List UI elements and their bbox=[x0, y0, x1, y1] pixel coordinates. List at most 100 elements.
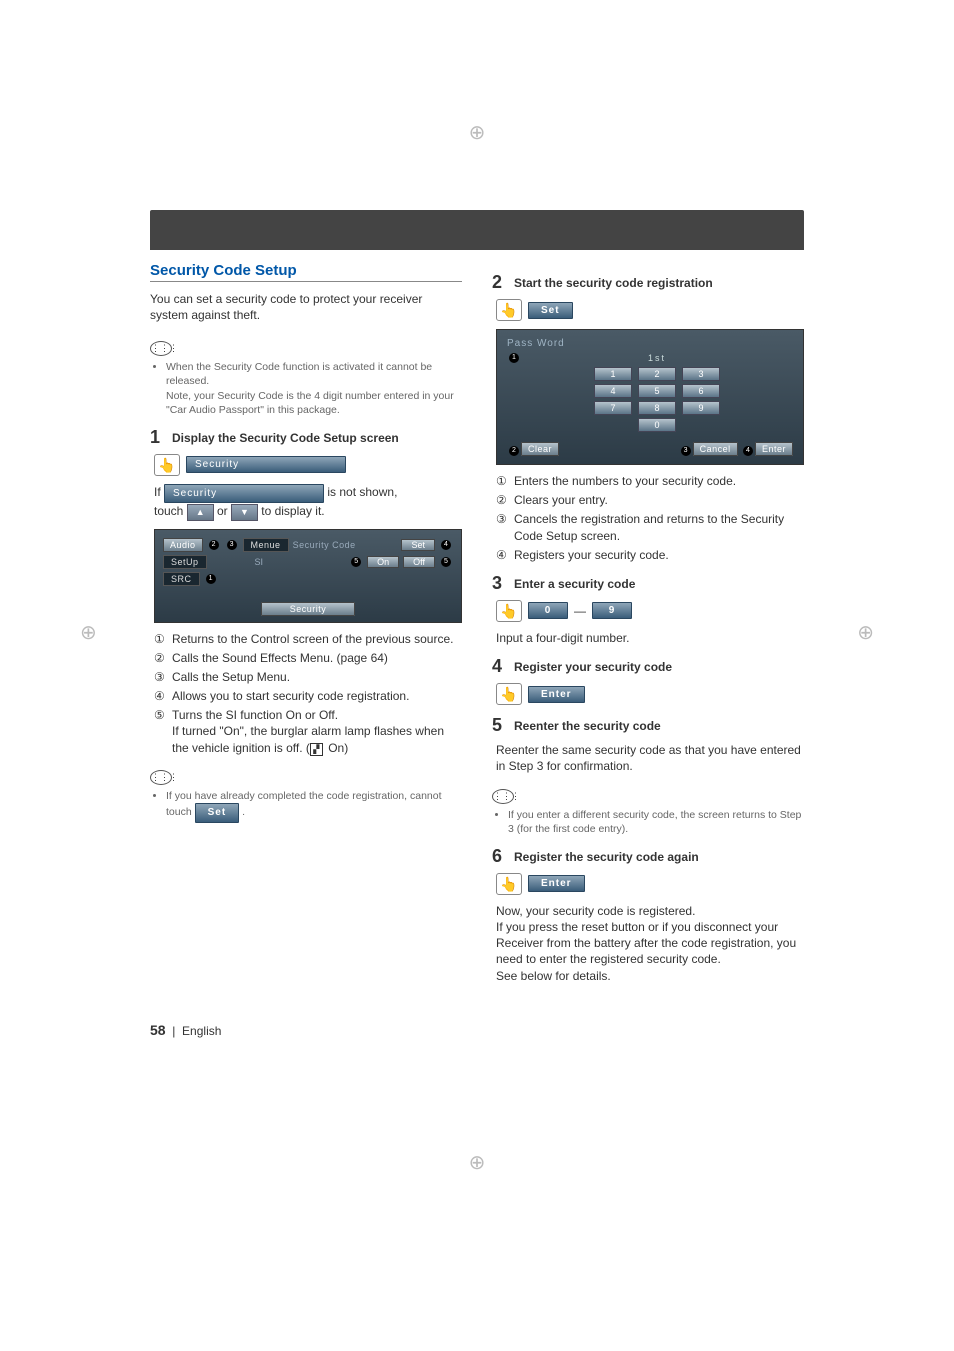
list-item: Turns the SI function On or Off. If turn… bbox=[172, 707, 462, 756]
touch-icon: 👆 bbox=[496, 600, 522, 622]
touch-icon: 👆 bbox=[154, 454, 180, 476]
menu-tab: Menue bbox=[243, 538, 289, 552]
security-footer-btn: Security bbox=[261, 602, 356, 616]
text: to display it. bbox=[261, 504, 324, 518]
password-title: Pass Word bbox=[507, 338, 793, 349]
page-footer: 58 | English bbox=[150, 1022, 954, 1038]
key-8: 8 bbox=[638, 401, 676, 415]
list-item: Cancels the registration and returns to … bbox=[514, 511, 804, 543]
preset-icon: ▞ bbox=[310, 743, 323, 756]
marker-5b: 5 bbox=[441, 557, 451, 567]
text: If bbox=[154, 485, 161, 499]
set-button: Set bbox=[528, 302, 573, 319]
step-number: 5 bbox=[492, 715, 514, 736]
step-number: 2 bbox=[492, 272, 514, 293]
list-item: Registers your security code. bbox=[514, 547, 669, 563]
touch-icon: 👆 bbox=[496, 873, 522, 895]
note-text: When the Security Code function is activ… bbox=[166, 361, 432, 387]
security-button-display: Security bbox=[186, 456, 346, 473]
key-5: 5 bbox=[638, 384, 676, 398]
note-icon: ⋮⋮⋮ bbox=[150, 341, 172, 356]
si-label: SI bbox=[255, 557, 264, 567]
key-2: 2 bbox=[638, 367, 676, 381]
note-line: If you enter a different security code, … bbox=[508, 808, 804, 836]
down-button: ▼ bbox=[231, 504, 258, 520]
step-title: Enter a security code bbox=[514, 573, 635, 594]
marker-2: 2 bbox=[509, 446, 519, 456]
marker-3: 3 bbox=[681, 446, 691, 456]
step-title: Register the security code again bbox=[514, 846, 699, 867]
step-title: Display the Security Code Setup screen bbox=[172, 427, 399, 448]
list-item: Enters the numbers to your security code… bbox=[514, 473, 736, 489]
footer-sep: | bbox=[172, 1024, 175, 1038]
text: On) bbox=[325, 741, 348, 755]
conditional-text: If Security is not shown, touch ▲ or ▼ t… bbox=[154, 484, 462, 521]
note-icon: ⋮⋮⋮ bbox=[150, 770, 172, 785]
crop-mark-left: ⊕ bbox=[80, 620, 97, 645]
key-6: 6 bbox=[682, 384, 720, 398]
list-item: Calls the Sound Effects Menu. (page 64) bbox=[172, 650, 388, 666]
callout-list-1: ①Returns to the Control screen of the pr… bbox=[154, 631, 462, 756]
note-icon: ⋮⋮⋮ bbox=[492, 789, 514, 804]
list-item: Clears your entry. bbox=[514, 492, 608, 508]
step6-body: Now, your security code is registered. I… bbox=[496, 903, 804, 984]
note-line: When the Security Code function is activ… bbox=[166, 360, 462, 417]
list-item: Returns to the Control screen of the pre… bbox=[172, 631, 453, 647]
right-column: 2 Start the security code registration 👆… bbox=[492, 262, 804, 992]
touch-icon: 👆 bbox=[496, 299, 522, 321]
step-number: 3 bbox=[492, 573, 514, 594]
marker-4: 4 bbox=[743, 446, 753, 456]
heading-rule bbox=[150, 281, 462, 282]
step-title: Start the security code registration bbox=[514, 272, 713, 293]
text: If turned "On", the burglar alarm lamp f… bbox=[172, 724, 444, 754]
note-text: . bbox=[242, 806, 245, 818]
key-9-button: 9 bbox=[592, 602, 632, 619]
password-screen: Pass Word 1 1st 1 2 3 4 5 6 bbox=[496, 329, 804, 465]
marker-5: 5 bbox=[351, 557, 361, 567]
note-line: If you have already completed the code r… bbox=[166, 789, 462, 823]
key-9: 9 bbox=[682, 401, 720, 415]
intro-text: You can set a security code to protect y… bbox=[150, 292, 462, 323]
step-number: 1 bbox=[150, 427, 172, 448]
setup-tab: SetUp bbox=[163, 555, 207, 569]
off-button: Off bbox=[403, 556, 435, 568]
enter-button: Enter bbox=[755, 442, 793, 456]
touch-icon: 👆 bbox=[496, 683, 522, 705]
text: Turns the SI function On or Off. bbox=[172, 708, 338, 722]
key-7: 7 bbox=[594, 401, 632, 415]
audio-tab: Audio bbox=[163, 538, 203, 552]
setup-screen: Audio 2 3 Menue Security Code Set 4 SetU… bbox=[154, 529, 462, 623]
header-bar bbox=[150, 210, 804, 250]
step-number: 4 bbox=[492, 656, 514, 677]
key-0-button: 0 bbox=[528, 602, 568, 619]
left-column: Security Code Setup You can set a securi… bbox=[150, 262, 462, 992]
marker-2: 2 bbox=[209, 540, 219, 550]
key-4: 4 bbox=[594, 384, 632, 398]
enter-button: Enter bbox=[528, 686, 585, 703]
crop-mark-bottom: ⊕ bbox=[469, 1150, 486, 1175]
callout-list-2: ①Enters the numbers to your security cod… bbox=[496, 473, 804, 563]
key-1: 1 bbox=[594, 367, 632, 381]
text: or bbox=[217, 504, 228, 518]
footer-lang: English bbox=[182, 1024, 221, 1038]
sc-label: Security Code bbox=[293, 540, 356, 550]
set-tab: Set bbox=[401, 539, 435, 551]
security-label-button: Security bbox=[164, 484, 324, 504]
marker-1: 1 bbox=[509, 353, 519, 363]
text: is not shown, bbox=[327, 485, 397, 499]
list-item: Calls the Setup Menu. bbox=[172, 669, 290, 685]
marker-1: 1 bbox=[206, 574, 216, 584]
text: touch bbox=[154, 504, 183, 518]
key-0: 0 bbox=[638, 418, 676, 432]
step-number: 6 bbox=[492, 846, 514, 867]
step-title: Reenter the security code bbox=[514, 715, 661, 736]
section-heading: Security Code Setup bbox=[150, 262, 462, 279]
cancel-button: Cancel bbox=[693, 442, 738, 456]
up-button: ▲ bbox=[187, 504, 214, 520]
on-button: On bbox=[367, 556, 399, 568]
password-sub: 1st bbox=[521, 353, 793, 363]
key-3: 3 bbox=[682, 367, 720, 381]
enter-button: Enter bbox=[528, 875, 585, 892]
marker-4: 4 bbox=[441, 540, 451, 550]
page-number: 58 bbox=[150, 1022, 166, 1038]
